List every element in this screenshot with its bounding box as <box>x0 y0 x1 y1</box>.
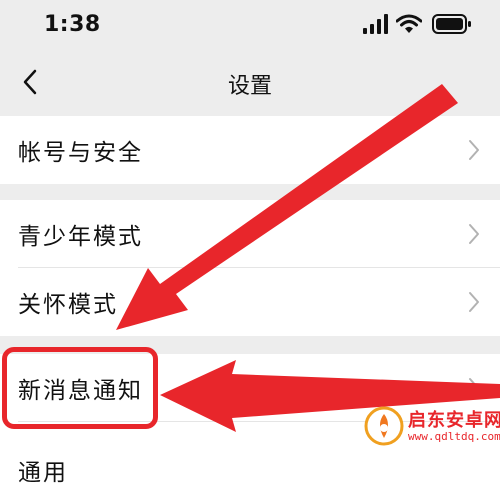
settings-row-account-security[interactable]: 帐号与安全 <box>0 116 500 184</box>
chevron-right-icon <box>469 140 479 160</box>
row-label: 青少年模式 <box>18 224 143 250</box>
watermark-url: www.qdltdq.com <box>408 430 500 443</box>
row-label: 通用 <box>18 460 68 486</box>
settings-row-care-mode[interactable]: 关怀模式 <box>0 268 500 336</box>
row-label: 帐号与安全 <box>18 140 143 166</box>
settings-row-teen-mode[interactable]: 青少年模式 <box>0 200 500 268</box>
page-title: 设置 <box>227 74 272 99</box>
navigation-bar: 设置 <box>0 52 500 114</box>
status-time: 1:38 <box>44 12 101 37</box>
watermark-name: 启东安卓网 <box>408 410 500 431</box>
watermark: 启东安卓网 www.qdltdq.com <box>364 400 500 452</box>
settings-group-account: 帐号与安全 <box>0 116 500 184</box>
battery-icon <box>432 14 471 34</box>
chevron-right-icon <box>469 378 479 398</box>
watermark-logo-icon <box>364 406 404 446</box>
chevron-right-icon <box>469 292 479 312</box>
settings-group-modes: 青少年模式 关怀模式 <box>0 200 500 336</box>
wifi-icon <box>396 14 422 33</box>
signal-icon <box>363 14 388 34</box>
row-label: 关怀模式 <box>18 292 118 318</box>
row-label: 新消息通知 <box>18 378 143 404</box>
status-bar: 1:38 <box>0 0 500 52</box>
chevron-right-icon <box>469 224 479 244</box>
